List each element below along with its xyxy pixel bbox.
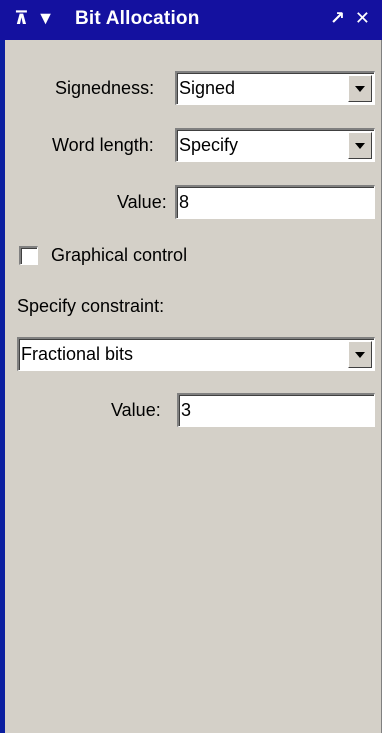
close-icon[interactable]: ✕: [355, 9, 370, 27]
chevron-down-icon: [355, 85, 365, 92]
signedness-label: Signedness:: [55, 78, 155, 98]
titlebar-right-icons: ↗ ✕: [330, 9, 370, 27]
graphical-control-checkbox[interactable]: [19, 246, 38, 265]
word-length-dropdown-button[interactable]: [348, 132, 372, 159]
word-length-value: Specify: [179, 135, 239, 155]
bit-allocation-panel: ⊼ ▼ Bit Allocation ↗ ✕ Signedness: Signe…: [0, 0, 382, 733]
constraint-value: Fractional bits: [21, 344, 134, 364]
signedness-dropdown[interactable]: Signed: [175, 71, 375, 105]
panel-titlebar: ⊼ ▼ Bit Allocation ↗ ✕: [0, 0, 382, 40]
titlebar-left-icons: ⊼ ▼: [14, 9, 54, 27]
signedness-value: Signed: [179, 78, 236, 98]
panel-left-edge: [0, 0, 5, 733]
collapse-triangle-icon[interactable]: ▼: [37, 9, 55, 27]
word-length-label: Word length:: [52, 135, 154, 155]
chevron-down-icon: [355, 351, 365, 358]
word-length-value-field[interactable]: 8: [175, 185, 375, 219]
constraint-value-field[interactable]: 3: [177, 393, 375, 427]
constraint-dropdown-button[interactable]: [348, 341, 372, 368]
constraint-value-label: Value:: [111, 400, 161, 420]
chevron-down-icon: [355, 142, 365, 149]
panel-title: Bit Allocation: [75, 8, 200, 29]
signedness-dropdown-button[interactable]: [348, 75, 372, 102]
word-length-dropdown[interactable]: Specify: [175, 128, 375, 162]
specify-constraint-heading: Specify constraint:: [17, 296, 165, 316]
constraint-dropdown[interactable]: Fractional bits: [17, 337, 375, 371]
pin-up-icon[interactable]: ⊼: [14, 9, 29, 27]
undock-icon[interactable]: ↗: [330, 9, 345, 27]
word-length-value-label: Value:: [117, 192, 167, 212]
graphical-control-label: Graphical control: [51, 245, 188, 265]
